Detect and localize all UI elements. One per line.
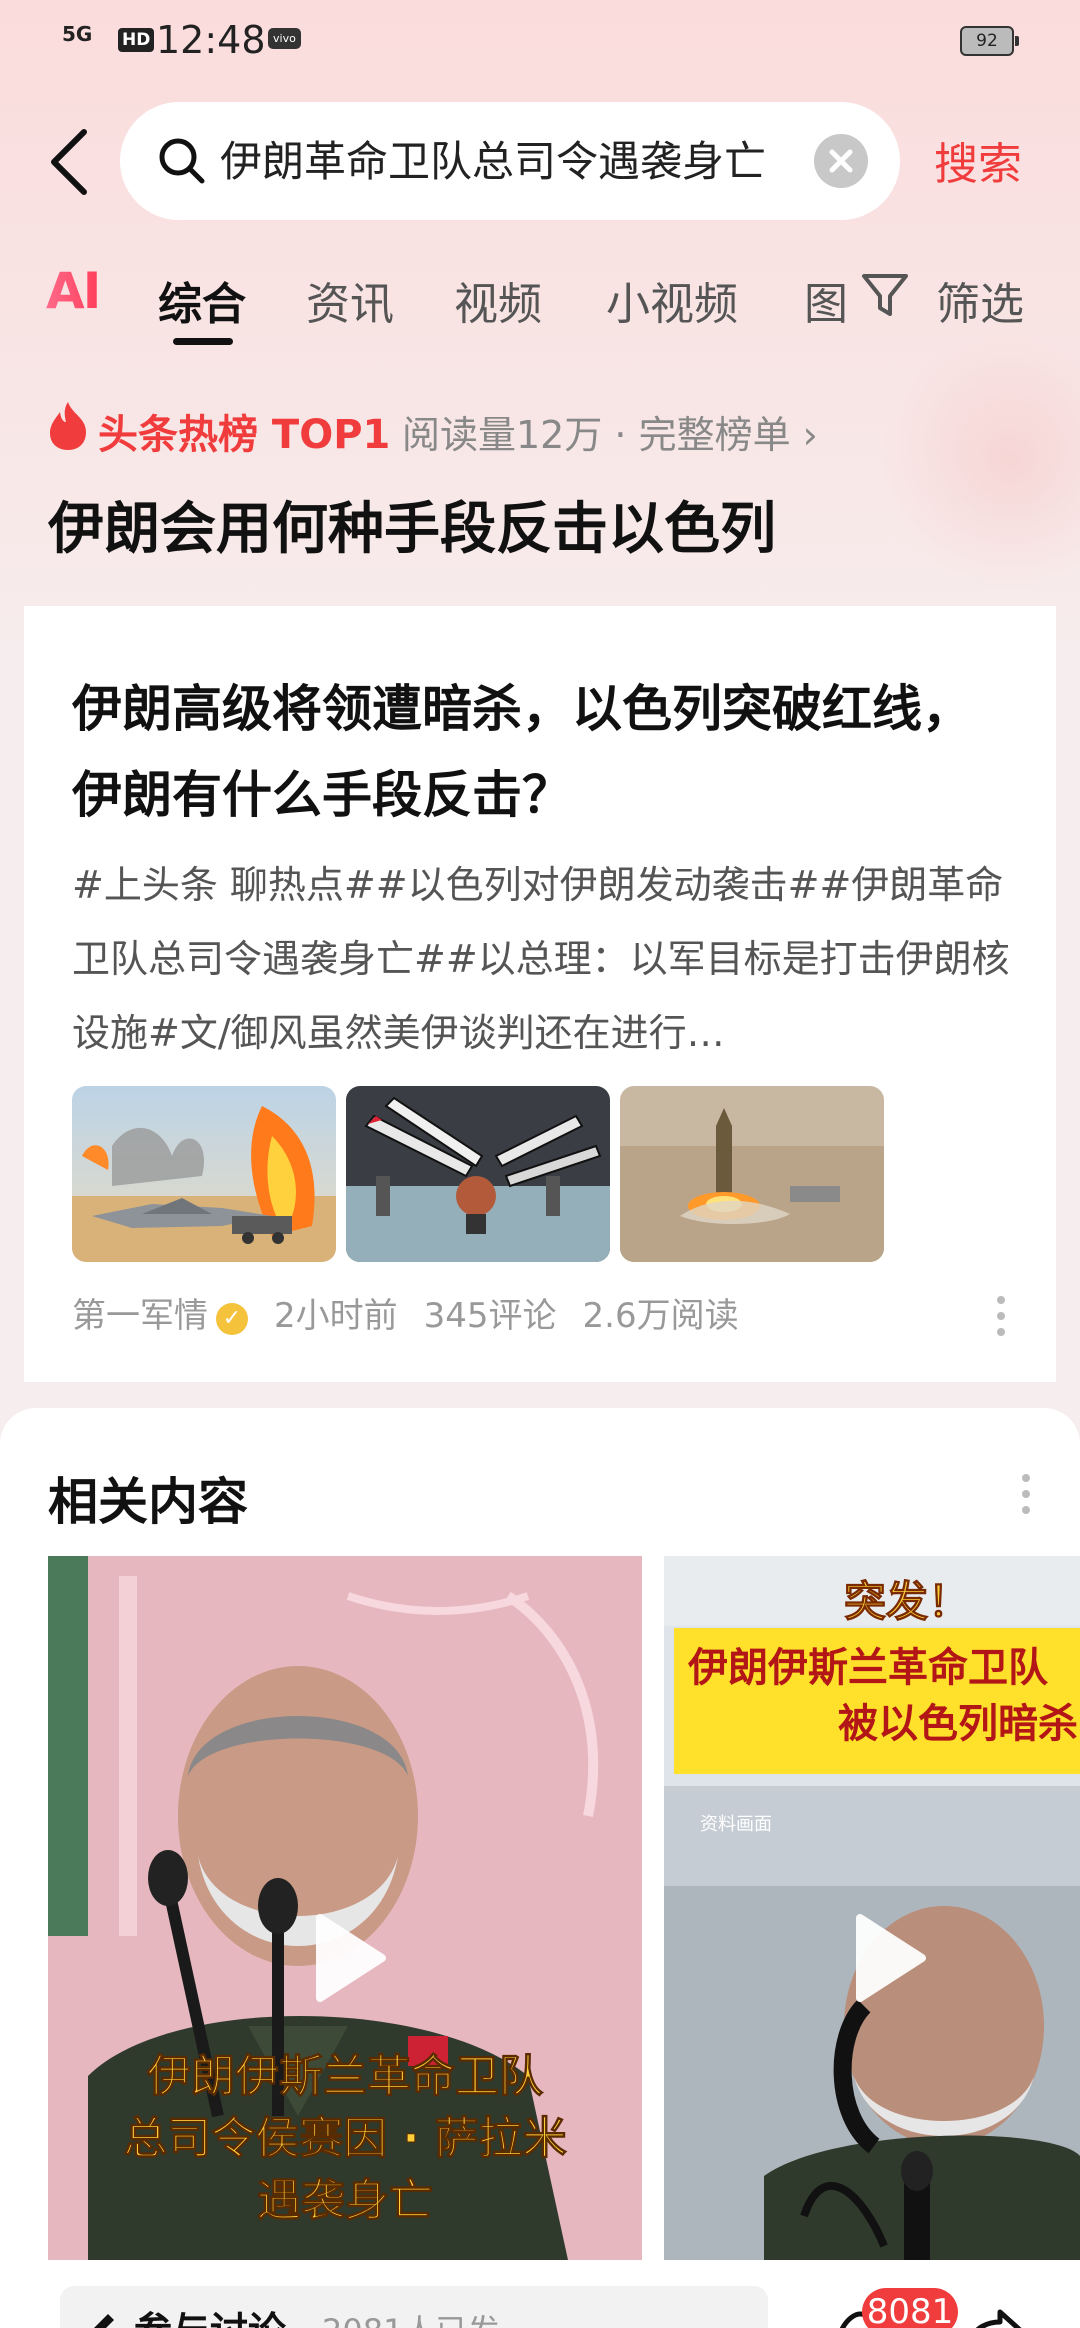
caption-line: 遇袭身亡 xyxy=(257,2175,434,2227)
filter-icon[interactable] xyxy=(858,268,912,322)
discussion-label: 参与讨论 xyxy=(134,2300,286,2328)
article-meta: 第一军情 ✓ 2小时前 345评论 2.6万阅读 xyxy=(72,1288,739,1337)
article-thumbnail-missiles[interactable] xyxy=(346,1086,610,1262)
video-banner: 伊朗伊斯兰革命卫队 被以色列暗杀 xyxy=(688,1640,1080,1752)
article-thumbnail-jets[interactable] xyxy=(72,1086,336,1262)
signal-indicator: 5G xyxy=(62,22,93,46)
status-bar: 5G HD 12:48 vivo 92 xyxy=(0,0,1080,80)
tab-ai[interactable]: AI xyxy=(46,262,101,320)
status-time: 12:48 xyxy=(156,18,266,62)
article-thumbnail-launch[interactable] xyxy=(620,1086,884,1262)
related-section: 相关内容 伊朗伊斯兰革命卫队 总司令侯赛因 · 萨拉米 遇袭身亡 突发！ 伊朗伊… xyxy=(0,1408,1080,2328)
clear-button[interactable] xyxy=(814,134,868,188)
tab-image[interactable]: 图 xyxy=(804,268,848,332)
more-options-icon[interactable] xyxy=(994,1294,1008,1338)
comment-count-badge: 8081 xyxy=(862,2288,958,2328)
pen-icon xyxy=(94,2314,114,2328)
video-banner-top: 突发！ xyxy=(843,1577,971,1627)
discussion-bar[interactable]: 参与讨论 2081人已发 xyxy=(60,2286,768,2328)
article-title[interactable]: 伊朗高级将领遭暗杀，以色列突破红线，伊朗有什么手段反击？ xyxy=(72,666,1012,838)
battery-icon: 92 xyxy=(960,26,1019,56)
article-summary: #上头条 聊热点##以色列对伊朗发动袭击##伊朗革命卫队总司令遇袭身亡##以总理… xyxy=(72,863,1010,1055)
related-title: 相关内容 xyxy=(48,1473,248,1531)
vivo-badge: vivo xyxy=(268,28,301,49)
related-video-card[interactable]: 伊朗伊斯兰革命卫队 总司令侯赛因 · 萨拉米 遇袭身亡 xyxy=(48,1556,642,2260)
video-caption: 伊朗伊斯兰革命卫队 总司令侯赛因 · 萨拉米 遇袭身亡 xyxy=(48,2046,642,2232)
hot-list-label: 头条热榜 TOP1 xyxy=(98,412,391,458)
tab-short-video[interactable]: 小视频 xyxy=(606,268,738,332)
discussion-count: 2081人已发 xyxy=(322,2306,499,2328)
back-button[interactable] xyxy=(42,124,102,200)
search-submit-button[interactable]: 搜索 xyxy=(934,128,1022,192)
banner-line: 被以色列暗杀 xyxy=(838,1701,1078,1747)
article-comments: 345评论 xyxy=(423,1296,557,1336)
filter-button[interactable]: 筛选 xyxy=(936,268,1024,332)
search-bar[interactable]: 伊朗革命卫队总司令遇袭身亡 xyxy=(120,102,900,220)
more-options-icon[interactable] xyxy=(1020,1472,1032,1516)
video-watermark: 资料画面 xyxy=(700,1814,772,1835)
play-icon[interactable] xyxy=(852,1912,928,2004)
tab-comprehensive[interactable]: 综合 xyxy=(158,268,246,332)
search-input[interactable]: 伊朗革命卫队总司令遇袭身亡 xyxy=(220,132,790,192)
article-reads: 2.6万阅读 xyxy=(582,1296,739,1336)
share-icon[interactable] xyxy=(964,2308,1024,2328)
article-time: 2小时前 xyxy=(274,1296,398,1336)
flame-icon xyxy=(50,402,86,450)
caption-line: 总司令侯赛因 · 萨拉米 xyxy=(123,2113,567,2165)
play-icon[interactable] xyxy=(312,1912,388,2004)
search-icon xyxy=(159,138,205,184)
hot-list-meta[interactable]: 阅读量12万 · 完整榜单 › xyxy=(402,404,818,459)
chevron-left-icon xyxy=(51,129,87,195)
article-source[interactable]: 第一军情 xyxy=(72,1296,208,1336)
banner-line: 伊朗伊斯兰革命卫队 xyxy=(688,1645,1048,1691)
close-icon xyxy=(829,149,853,173)
active-tab-indicator xyxy=(173,338,233,345)
tab-video[interactable]: 视频 xyxy=(454,268,542,332)
related-video-card[interactable]: 突发！ 伊朗伊斯兰革命卫队 被以色列暗杀 资料画面 xyxy=(664,1556,1080,2260)
article-card[interactable]: 伊朗高级将领遭暗杀，以色列突破红线，伊朗有什么手段反击？ #上头条 聊热点##以… xyxy=(24,606,1056,1382)
hd-badge: HD xyxy=(118,28,155,52)
caption-line: 伊朗伊斯兰革命卫队 xyxy=(147,2051,544,2103)
tab-news[interactable]: 资讯 xyxy=(306,268,394,332)
verified-badge-icon: ✓ xyxy=(216,1303,248,1335)
hot-topic-title[interactable]: 伊朗会用何种手段反击以色列 xyxy=(48,484,776,565)
